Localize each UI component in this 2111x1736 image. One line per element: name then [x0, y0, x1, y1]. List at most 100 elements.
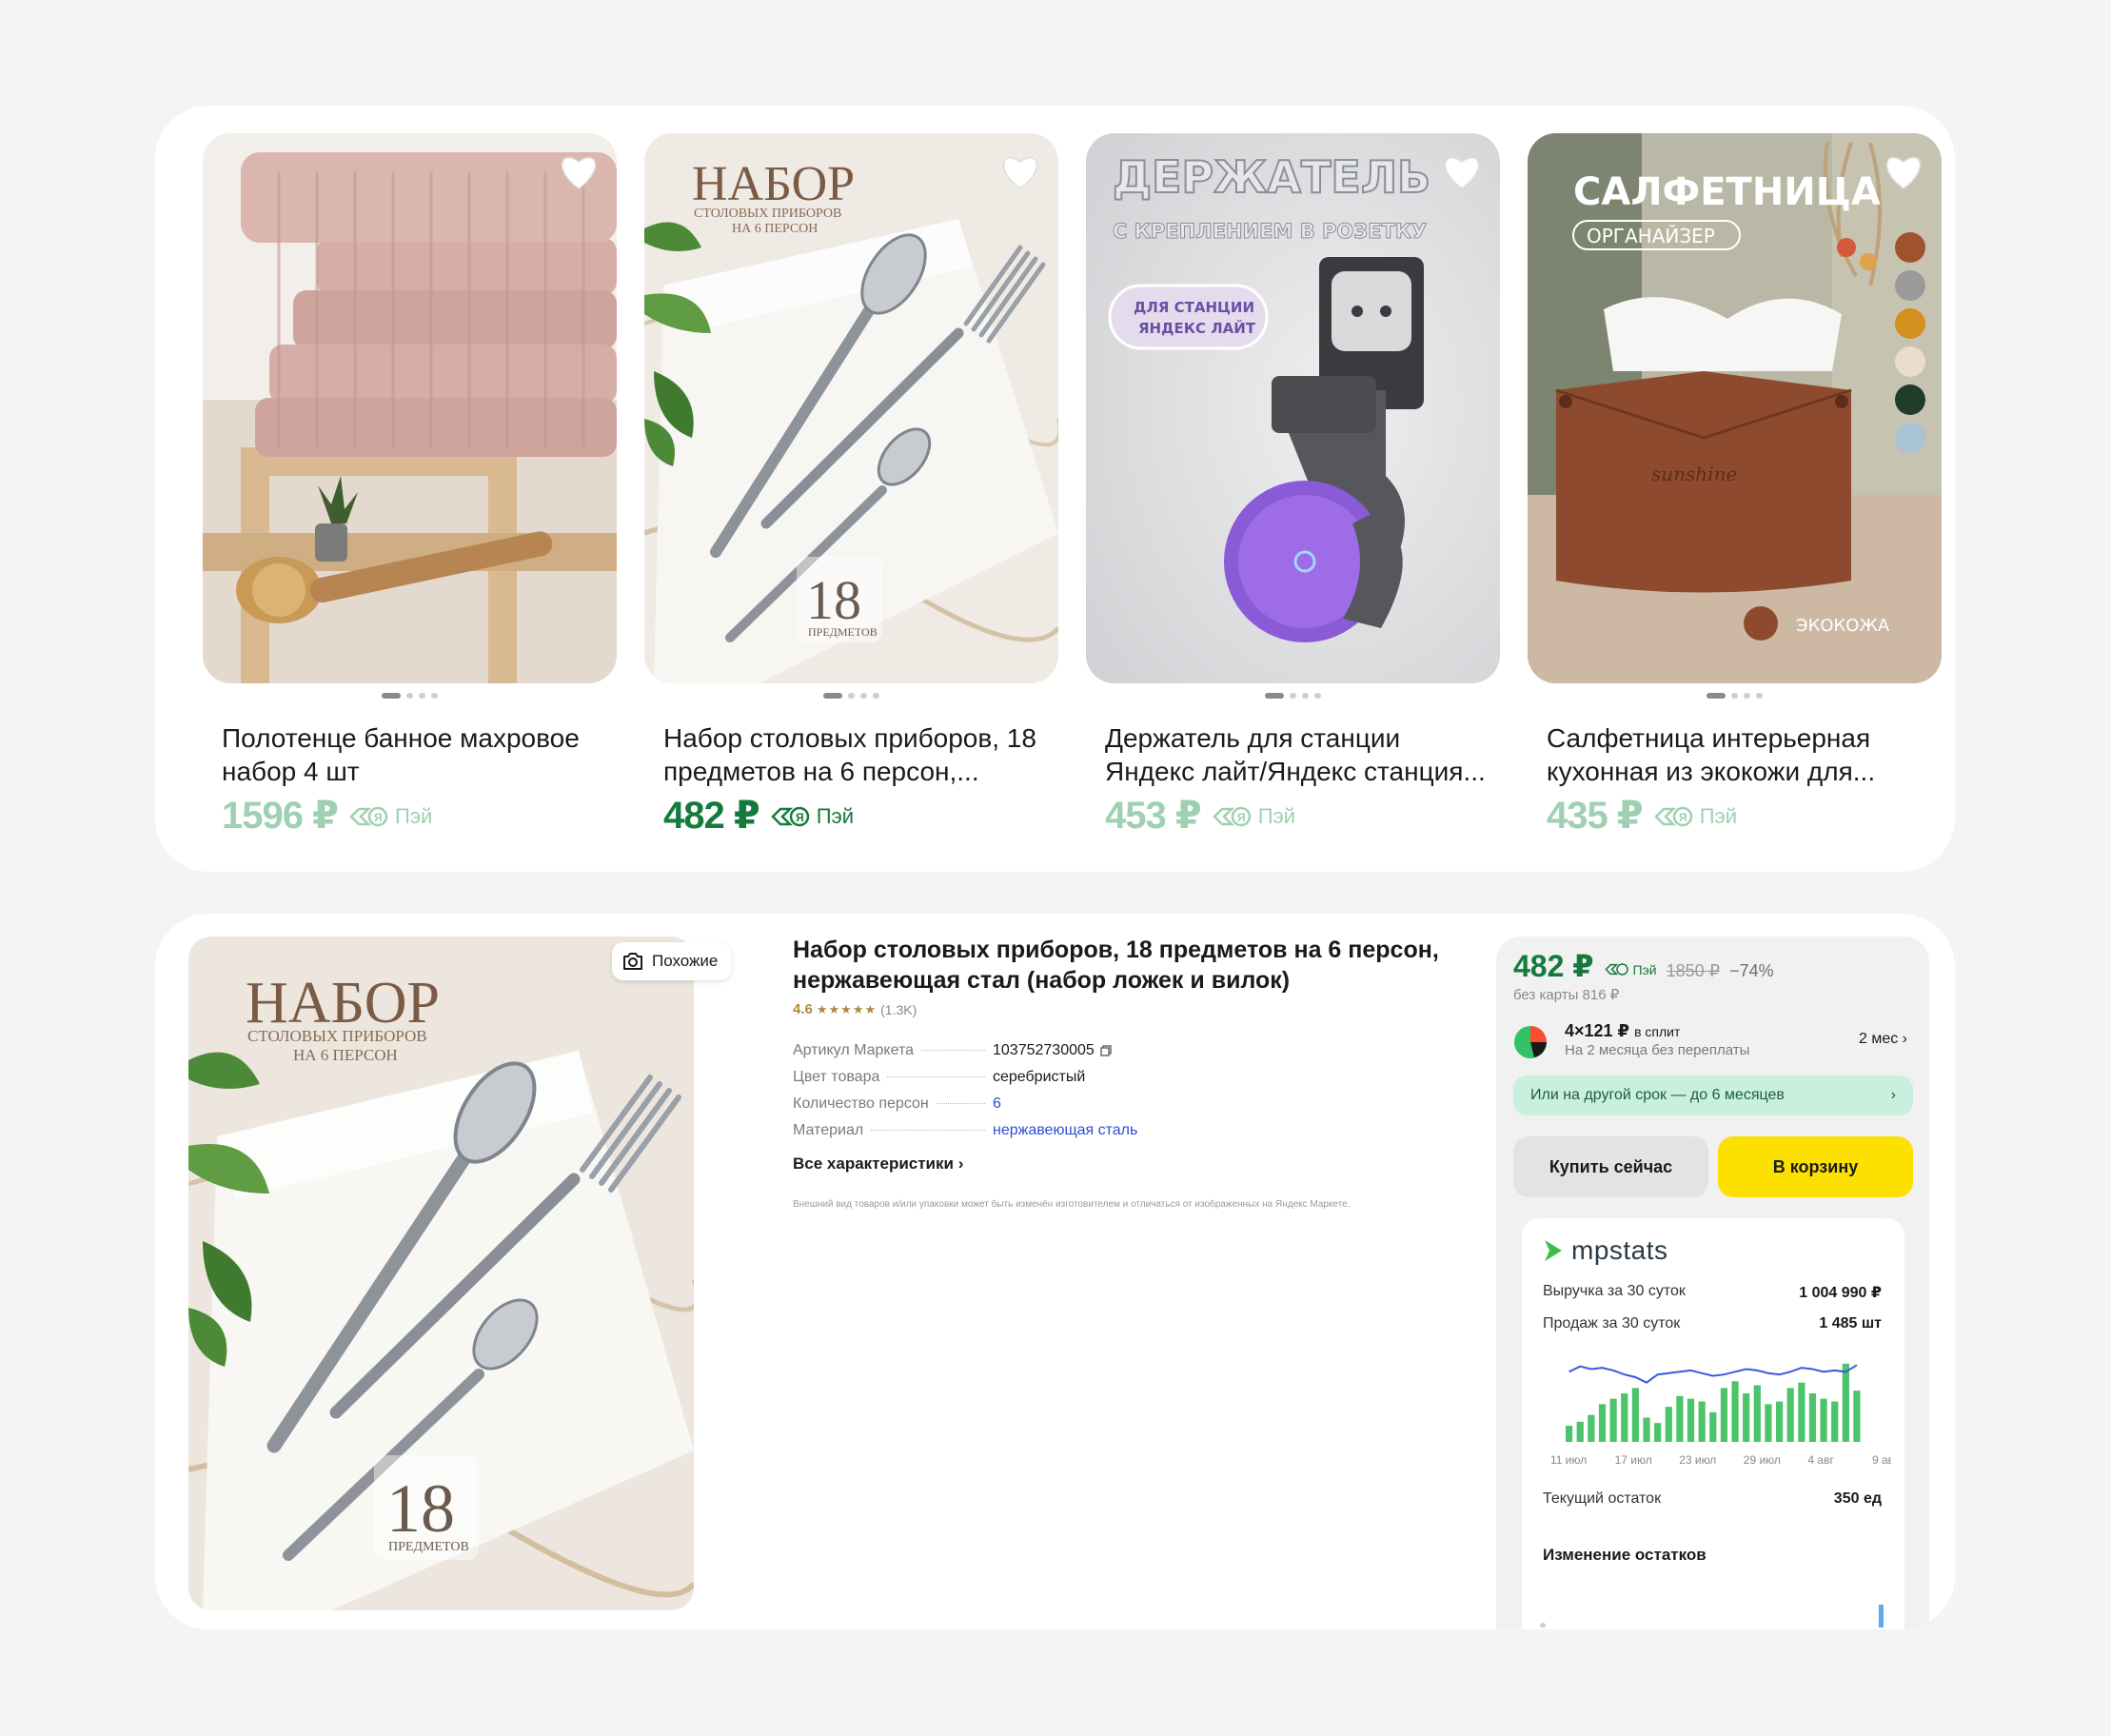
product-image[interactable]: ДЕРЖАТЕЛЬ С КРЕПЛЕНИЕМ В РОЗЕТКУ ДЛЯ СТА…	[1086, 133, 1500, 683]
chart-bar	[1643, 1417, 1650, 1442]
chart-x-tick: 4 авг	[1807, 1453, 1834, 1467]
chart-bar	[1665, 1407, 1672, 1442]
split-amount-value: 4×121 ₽	[1565, 1021, 1630, 1040]
disclaimer: Внешний вид товаров и/или упаковки может…	[793, 1199, 1351, 1210]
revenue-label: Выручка за 30 суток	[1543, 1283, 1686, 1299]
spec-value-link[interactable]: нержавеющая сталь	[993, 1122, 1193, 1139]
chart-bar	[1687, 1398, 1695, 1442]
color-swatch[interactable]	[1895, 232, 1925, 263]
chart-line	[1568, 1364, 1858, 1384]
image-title: НАБОР	[692, 157, 855, 211]
product-card[interactable]: ДЕРЖАТЕЛЬ С КРЕПЛЕНИЕМ В РОЗЕТКУ ДЛЯ СТА…	[1086, 133, 1500, 838]
spec-key: Материал	[793, 1122, 864, 1138]
price-without-card: без карты 816 ₽	[1513, 987, 1620, 1003]
yandex-pay-icon: Я	[770, 806, 809, 827]
product-image[interactable]: САЛФЕТНИЦА ОРГАНАЙЗЕР sunshine ЭКОКОЖА	[1528, 133, 1942, 683]
add-to-cart-button[interactable]: В корзину	[1718, 1136, 1913, 1197]
image-carousel-dots[interactable]	[644, 693, 1058, 699]
chart-bar	[1820, 1398, 1827, 1442]
yandex-pay-badge: Пэй	[1604, 962, 1657, 977]
similar-products-button[interactable]: Похожие	[612, 942, 732, 980]
spec-leader	[871, 1130, 985, 1131]
product-card[interactable]: Полотенце банное махровое набор 4 шт 159…	[203, 133, 617, 838]
spec-key: Количество персон	[793, 1095, 929, 1112]
chart-bar	[1576, 1421, 1584, 1442]
image-badge-text: ПРЕДМЕТОВ	[388, 1540, 469, 1554]
split-other-label: Или на другой срок — до 6 месяцев	[1530, 1087, 1785, 1103]
product-main-image[interactable]: НАБОР СТОЛОВЫХ ПРИБОРОВ НА 6 ПЕРСОН 18 П…	[188, 937, 694, 1610]
image-carousel-dots[interactable]	[203, 693, 617, 699]
yandex-pay-badge: Я Пэй	[1652, 804, 1737, 829]
product-card[interactable]: САЛФЕТНИЦА ОРГАНАЙЗЕР sunshine ЭКОКОЖА С…	[1528, 133, 1942, 838]
product-price: 1596 ₽	[222, 795, 339, 837]
image-badge: ЭКОКОЖА	[1796, 616, 1890, 636]
chart-bar	[1709, 1411, 1717, 1442]
split-description: На 2 месяца без переплаты	[1565, 1042, 1750, 1058]
product-price: 453 ₽	[1105, 795, 1202, 837]
image-carousel-dots[interactable]	[1528, 693, 1942, 699]
chart-bar	[1654, 1423, 1662, 1442]
product-info: Набор столовых приборов, 18 предметов на…	[793, 935, 1478, 1213]
chart-bar	[1808, 1393, 1817, 1442]
buy-now-button[interactable]: Купить сейчас	[1513, 1136, 1708, 1197]
favorite-heart-icon[interactable]	[1441, 152, 1483, 190]
copy-icon[interactable]	[1100, 1045, 1112, 1056]
product-image[interactable]: НАБОР СТОЛОВЫХ ПРИБОРОВ НА 6 ПЕРСОН 18 П…	[644, 133, 1058, 683]
color-swatch[interactable]	[1895, 346, 1925, 377]
chart-bar	[1698, 1401, 1706, 1442]
article-number: 103752730005	[993, 1042, 1095, 1058]
yandex-pay-badge: Я Пэй	[347, 804, 432, 829]
chart-bar	[1853, 1391, 1861, 1442]
spec-row: Артикул Маркета 103752730005	[793, 1042, 1193, 1069]
revenue-row: Выручка за 30 суток 1 004 990 ₽	[1543, 1283, 1882, 1302]
yandex-pay-icon	[1604, 963, 1628, 976]
color-swatch[interactable]	[1895, 385, 1925, 415]
image-subtitle: С КРЕПЛЕНИЕМ В РОЗЕТКУ	[1113, 220, 1427, 243]
favorite-heart-icon[interactable]	[1883, 152, 1924, 190]
all-specs-link[interactable]: Все характеристики ›	[793, 1154, 1478, 1174]
split-other-term-button[interactable]: Или на другой срок — до 6 месяцев ›	[1513, 1075, 1913, 1115]
color-swatch[interactable]	[1895, 423, 1925, 453]
favorite-heart-icon[interactable]	[999, 152, 1041, 190]
spec-leader	[921, 1050, 985, 1051]
chart-x-tick: 23 июл	[1679, 1453, 1716, 1467]
product-title[interactable]: Набор столовых приборов, 18 предметов на…	[663, 721, 1044, 788]
product-image[interactable]	[203, 133, 617, 683]
chart-bar	[1676, 1395, 1684, 1442]
chart-x-tick: 9 авг	[1872, 1453, 1891, 1467]
product-title[interactable]: Полотенце банное махровое набор 4 шт	[222, 721, 602, 788]
image-subtitle-2: НА 6 ПЕРСОН	[293, 1046, 398, 1064]
chart-bar	[1566, 1426, 1573, 1442]
sales-chart[interactable]: 11 июл 17 июл 23 июл 29 июл 4 авг 9 авг	[1541, 1351, 1891, 1475]
product-price: 435 ₽	[1547, 795, 1644, 837]
split-payment-option[interactable]: 4×121 ₽ в сплит На 2 месяца без переплат…	[1513, 1017, 1913, 1065]
image-carousel-dots[interactable]	[1086, 693, 1500, 699]
image-subtitle: ОРГАНАЙЗЕР	[1587, 225, 1715, 247]
similar-label: Похожие	[652, 952, 719, 970]
image-subtitle-1: СТОЛОВЫХ ПРИБОРОВ	[247, 1027, 427, 1045]
product-title[interactable]: Салфетница интерьерная кухонная из экоко…	[1547, 721, 1927, 788]
product-card[interactable]: НАБОР СТОЛОВЫХ ПРИБОРОВ НА 6 ПЕРСОН 18 П…	[644, 133, 1058, 838]
spec-row: Количество персон 6	[793, 1095, 1193, 1122]
mpstats-logo: mpstats	[1543, 1235, 1668, 1266]
chevron-right-icon: ›	[1890, 1087, 1896, 1103]
product-grid-panel: Полотенце банное махровое набор 4 шт 159…	[155, 106, 1955, 872]
product-title: Набор столовых приборов, 18 предметов на…	[793, 937, 1439, 994]
mpstats-widget: mpstats Выручка за 30 суток 1 004 990 ₽ …	[1522, 1218, 1904, 1629]
spec-value-link[interactable]: 6	[993, 1095, 1193, 1113]
product-title[interactable]: Держатель для станции Яндекс лайт/Яндекс…	[1105, 721, 1486, 788]
favorite-heart-icon[interactable]	[558, 152, 600, 190]
chart-bar	[1786, 1388, 1794, 1442]
rating-value: 4.6	[793, 1001, 813, 1017]
color-swatch[interactable]	[1895, 270, 1925, 301]
color-swatch[interactable]	[1895, 308, 1925, 339]
rating[interactable]: 4.6 ★★★★★ (1.3K)	[793, 1001, 1478, 1017]
chart-bar	[1621, 1393, 1628, 1442]
split-term-selector[interactable]: 2 мес ›	[1859, 1031, 1907, 1048]
pay-label: Пэй	[1699, 804, 1738, 828]
image-title: ДЕРЖАТЕЛЬ	[1113, 151, 1430, 203]
chart-bar	[1720, 1388, 1728, 1442]
chart-bar	[1765, 1404, 1772, 1442]
sales-label: Продаж за 30 суток	[1543, 1315, 1681, 1332]
yandex-pay-badge: Я Пэй	[769, 804, 854, 829]
